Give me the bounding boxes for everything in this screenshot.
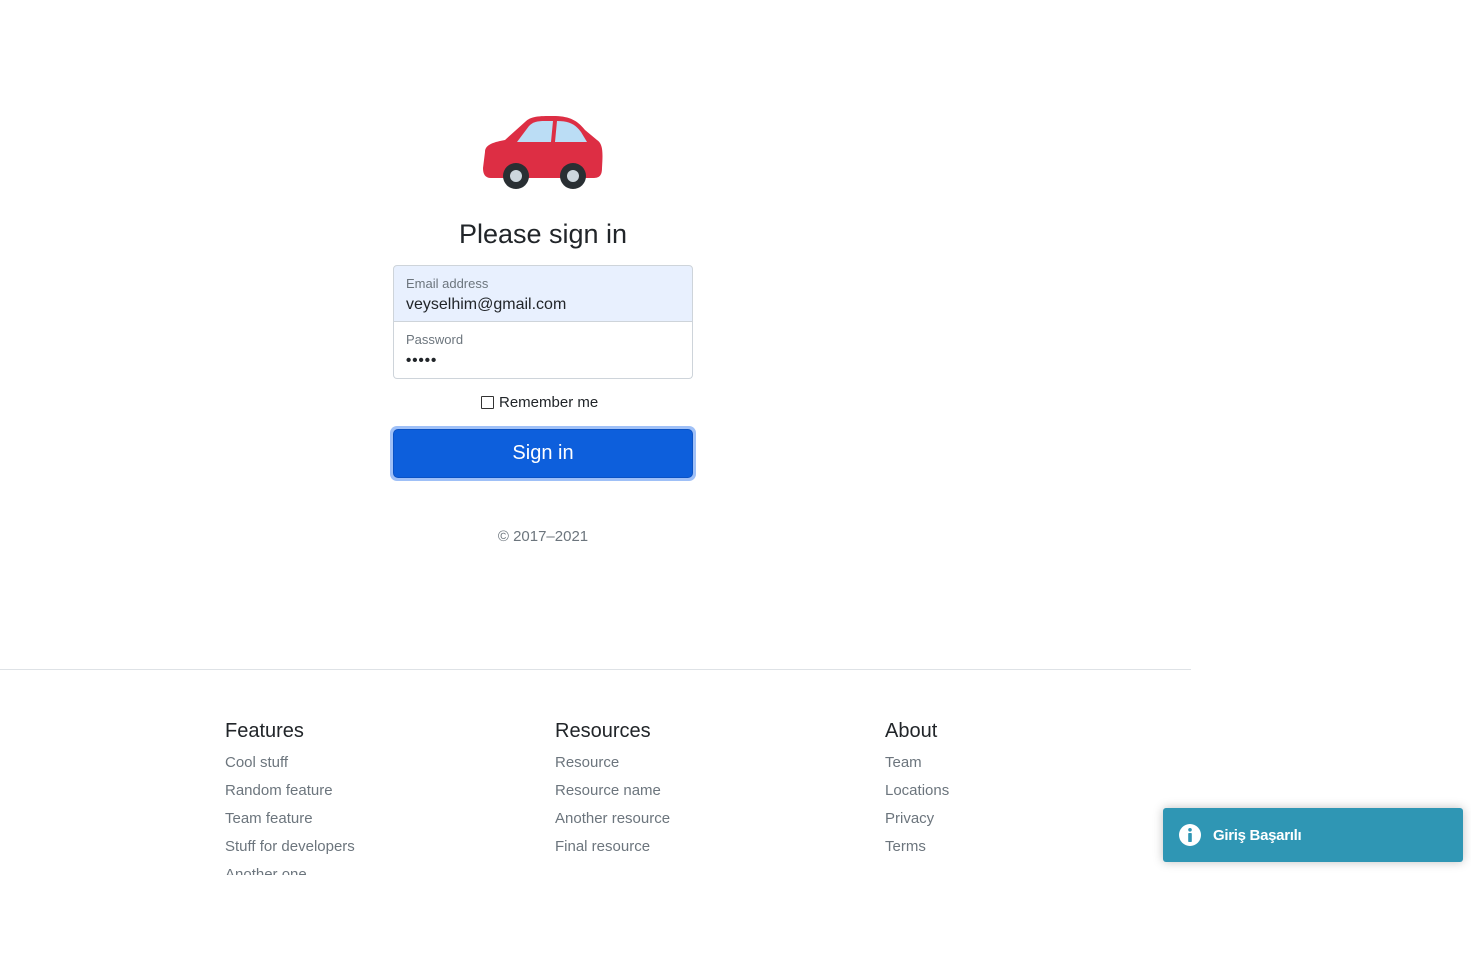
footer-link[interactable]: Random feature [225, 777, 525, 805]
footer-divider [0, 669, 1191, 670]
footer-link[interactable]: Team [885, 749, 1185, 777]
info-icon [1178, 823, 1202, 847]
footer-link[interactable]: Terms [885, 833, 1185, 861]
footer-link[interactable]: Another resource [555, 805, 855, 833]
signin-button[interactable]: Sign in [393, 429, 693, 478]
footer-column-about: About Team Locations Privacy Terms [885, 715, 1185, 861]
toast-message: Giriş Başarılı [1213, 826, 1302, 844]
remember-me-checkbox[interactable]: Remember me [481, 392, 598, 412]
footer-heading: Features [225, 720, 304, 742]
footer-link[interactable]: Resource [555, 749, 855, 777]
footer-link[interactable]: Team feature [225, 805, 525, 833]
copyright-text: © 2017–2021 [497, 528, 589, 545]
remember-me-label: Remember me [499, 393, 599, 411]
footer-column-features: Features Cool stuff Random feature Team … [225, 715, 525, 875]
footer-link[interactable]: Stuff for developers [225, 833, 525, 861]
email-label: Email address [406, 276, 489, 291]
signin-form: Email address Password ••••• [393, 265, 693, 379]
footer-heading: Resources [555, 720, 651, 742]
footer-link[interactable]: Cool stuff [225, 749, 525, 777]
footer: Features Cool stuff Random feature Team … [225, 715, 1185, 875]
toast-notification[interactable]: Giriş Başarılı [1163, 808, 1463, 862]
footer-heading: About [885, 720, 938, 742]
car-logo-icon [481, 112, 605, 192]
footer-link[interactable]: Locations [885, 777, 1185, 805]
email-input[interactable] [406, 295, 680, 315]
password-input[interactable]: ••••• [406, 351, 680, 371]
footer-link[interactable]: Another one [225, 861, 525, 875]
footer-column-resources: Resources Resource Resource name Another… [555, 715, 855, 861]
signin-button-focus-ring: Sign in [390, 426, 696, 481]
email-field[interactable]: Email address [393, 265, 693, 322]
password-label: Password [406, 332, 464, 347]
password-field[interactable]: Password ••••• [393, 322, 693, 379]
footer-link[interactable]: Resource name [555, 777, 855, 805]
footer-link[interactable]: Privacy [885, 805, 1185, 833]
footer-link[interactable]: Final resource [555, 833, 855, 861]
page-title: Please sign in [458, 219, 628, 249]
checkbox-icon[interactable] [481, 395, 494, 409]
